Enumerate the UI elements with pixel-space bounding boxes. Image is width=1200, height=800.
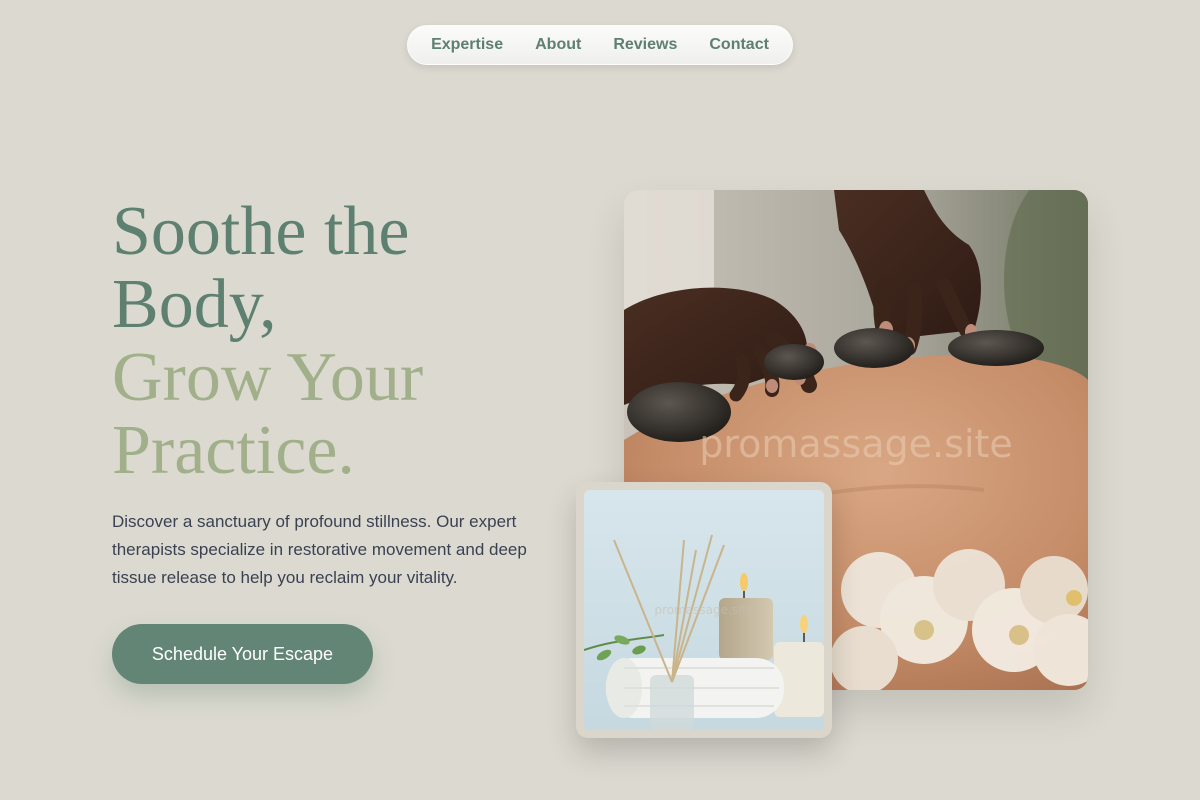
spa-accessories-image-card: promassage.site — [576, 482, 832, 738]
hero-title-line-3: Grow Your — [112, 339, 424, 416]
schedule-escape-button[interactable]: Schedule Your Escape — [112, 624, 373, 684]
hero-title-line-4: Practice. — [112, 412, 355, 489]
nav-link-reviews[interactable]: Reviews — [613, 36, 677, 54]
hero-title-line-2: Body, — [112, 266, 277, 343]
hero-title-line-1: Soothe the — [112, 193, 410, 270]
spa-accessories-image: promassage.site — [584, 490, 824, 730]
main-nav: Expertise About Reviews Contact — [407, 25, 793, 65]
nav-link-expertise[interactable]: Expertise — [431, 36, 503, 54]
nav-link-about[interactable]: About — [535, 36, 581, 54]
hero-title: Soothe the Body, Grow Your Practice. — [112, 195, 423, 487]
nav-link-contact[interactable]: Contact — [709, 36, 769, 54]
hero-description: Discover a sanctuary of profound stillne… — [112, 512, 527, 587]
